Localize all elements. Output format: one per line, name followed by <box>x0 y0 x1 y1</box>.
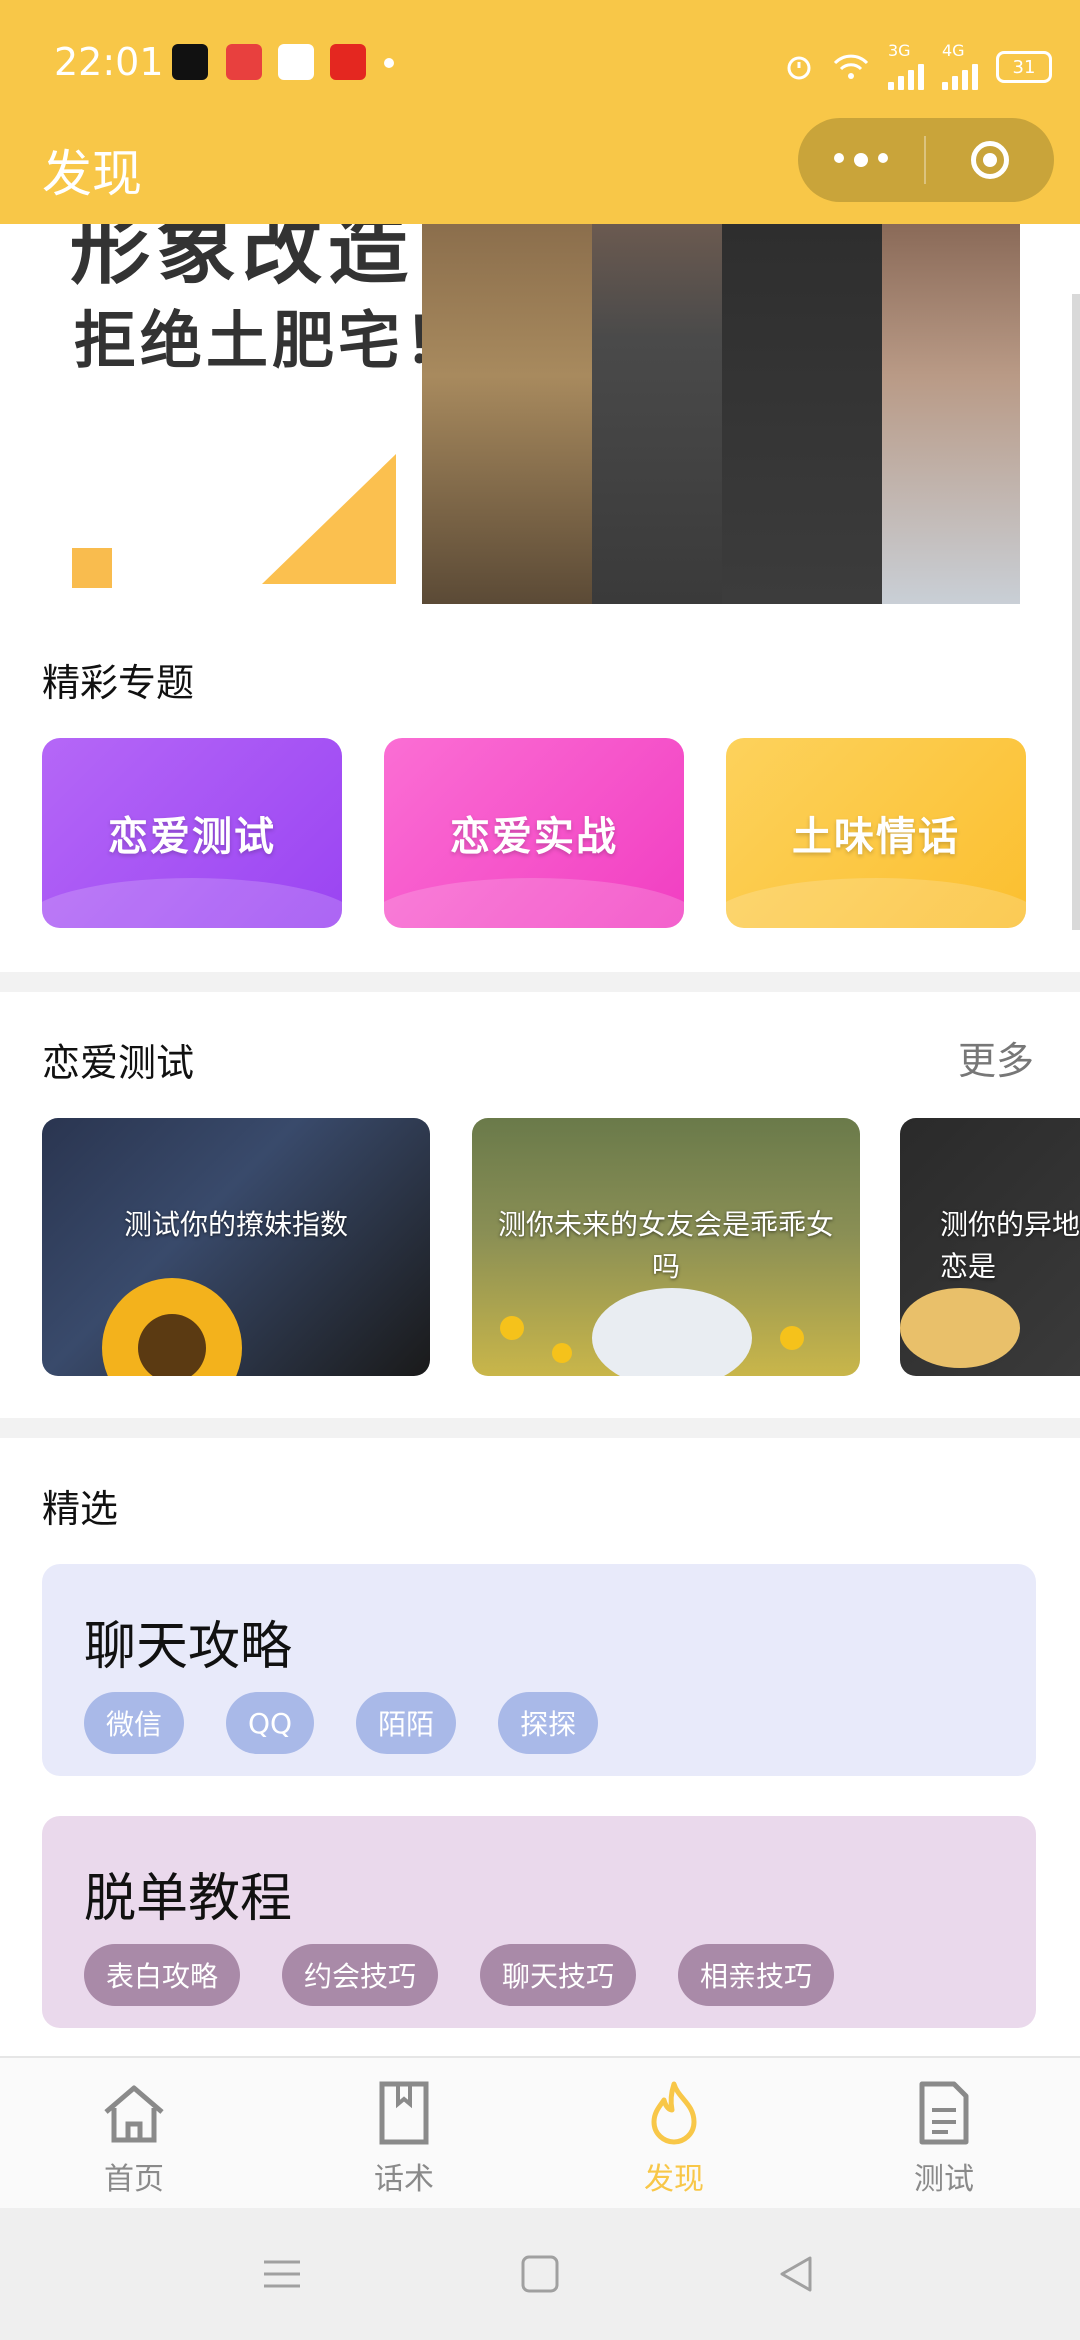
test-card[interactable]: 测你的异地恋是 <box>900 1118 1080 1376</box>
tag-confession[interactable]: 表白攻略 <box>84 1944 241 2006</box>
topic-cheesy-lines[interactable]: 土味情话 <box>726 738 1026 928</box>
music-app-icon <box>330 44 366 80</box>
network-4g-label: 4G <box>942 41 965 60</box>
flame-icon <box>651 2081 697 2145</box>
tag-momo[interactable]: 陌陌 <box>356 1692 457 1754</box>
section-divider <box>0 972 1080 992</box>
tag-wechat[interactable]: 微信 <box>84 1692 185 1754</box>
notification-dot <box>384 58 394 68</box>
featured-title: 精选 <box>42 1487 119 1531</box>
love-tests-title: 恋爱测试 <box>42 1041 195 1085</box>
back-icon[interactable] <box>776 2254 816 2294</box>
tag-chat-skills[interactable]: 聊天技巧 <box>480 1944 637 2006</box>
page-title: 发现 <box>42 145 142 203</box>
tab-test[interactable]: 测试 <box>874 2080 1014 2198</box>
tab-discover[interactable]: 发现 <box>604 2080 744 2198</box>
topic-label: 土味情话 <box>792 814 960 860</box>
battery-icon: 31 <box>996 51 1052 83</box>
bottom-tab-bar: 首页 话术 发现 测试 <box>0 2056 1080 2210</box>
decor-triangle <box>262 454 396 584</box>
system-navigation-bar <box>0 2208 1080 2340</box>
tag-blind-date[interactable]: 相亲技巧 <box>678 1944 835 2006</box>
network-3g-label: 3G <box>888 41 911 60</box>
video-app-icon <box>278 44 314 80</box>
signal-icon <box>888 58 924 90</box>
more-link[interactable]: 更多 <box>958 1030 1034 1085</box>
scrollbar[interactable] <box>1072 294 1080 930</box>
status-time: 22:01 <box>54 40 164 84</box>
featured-card-title: 脱单教程 <box>84 1869 293 1929</box>
tab-label: 话术 <box>374 2162 434 2197</box>
topics-title: 精彩专题 <box>42 661 195 705</box>
banner-headline: 形象改造 <box>70 224 414 295</box>
chat-strategy-card[interactable]: 聊天攻略 微信 QQ 陌陌 探探 <box>42 1564 1036 1776</box>
topic-label: 恋爱实战 <box>450 814 618 860</box>
close-miniprogram-button[interactable] <box>926 141 1054 179</box>
menu-icon[interactable] <box>262 2254 302 2294</box>
sunflower-image <box>102 1278 242 1376</box>
tab-label: 发现 <box>644 2162 704 2197</box>
banner-photo-1 <box>422 224 592 604</box>
status-bar: 22:01 3G 4G 31 <box>0 0 1080 130</box>
battery-level: 31 <box>1012 56 1036 78</box>
decor-square <box>72 548 112 588</box>
tab-label: 首页 <box>104 2162 164 2197</box>
test-card-text: 测你的异地恋是 <box>940 1208 1080 1283</box>
featured-card-title: 聊天攻略 <box>84 1617 293 1677</box>
tag-qq[interactable]: QQ <box>226 1692 315 1754</box>
home-icon <box>104 2085 164 2143</box>
heart-app-icon <box>226 44 262 80</box>
topic-love-test[interactable]: 恋爱测试 <box>42 738 342 928</box>
tag-tantan[interactable]: 探探 <box>498 1692 599 1754</box>
test-card[interactable]: 测试你的撩妹指数 <box>42 1118 430 1376</box>
topic-love-practice[interactable]: 恋爱实战 <box>384 738 684 928</box>
topic-label: 恋爱测试 <box>108 814 276 860</box>
promo-banner[interactable]: 形象改造 拒绝土肥宅！ <box>0 224 1080 614</box>
signal-icon <box>942 58 978 90</box>
tab-label: 测试 <box>914 2162 974 2197</box>
alarm-icon <box>787 56 811 80</box>
home-square-icon[interactable] <box>520 2254 560 2294</box>
test-card[interactable]: 测你未来的女友会是乖乖女吗 <box>472 1118 860 1376</box>
tab-home[interactable]: 首页 <box>64 2080 204 2198</box>
app-header: 发现 <box>0 118 1080 224</box>
more-options-button[interactable] <box>798 153 924 167</box>
test-card-text: 测试你的撩妹指数 <box>123 1208 348 1241</box>
tag-dating[interactable]: 约会技巧 <box>282 1944 439 2006</box>
banner-photo-3 <box>722 224 882 604</box>
target-icon <box>971 141 1009 179</box>
soul-app-icon <box>172 44 208 80</box>
banner-photo-4 <box>882 224 1020 604</box>
miniprogram-capsule <box>798 118 1054 202</box>
section-divider <box>0 1418 1080 1438</box>
banner-slogan: 拒绝土肥宅！ <box>74 304 471 377</box>
book-icon <box>379 2081 429 2145</box>
tab-scripts[interactable]: 话术 <box>334 2080 474 2198</box>
banner-photo-2 <box>592 224 722 604</box>
test-card-text: 测你未来的女友会是乖乖女吗 <box>497 1208 834 1283</box>
wifi-icon <box>833 54 869 79</box>
dating-tutorial-card[interactable]: 脱单教程 表白攻略 约会技巧 聊天技巧 相亲技巧 <box>42 1816 1036 2028</box>
document-icon <box>919 2081 969 2145</box>
